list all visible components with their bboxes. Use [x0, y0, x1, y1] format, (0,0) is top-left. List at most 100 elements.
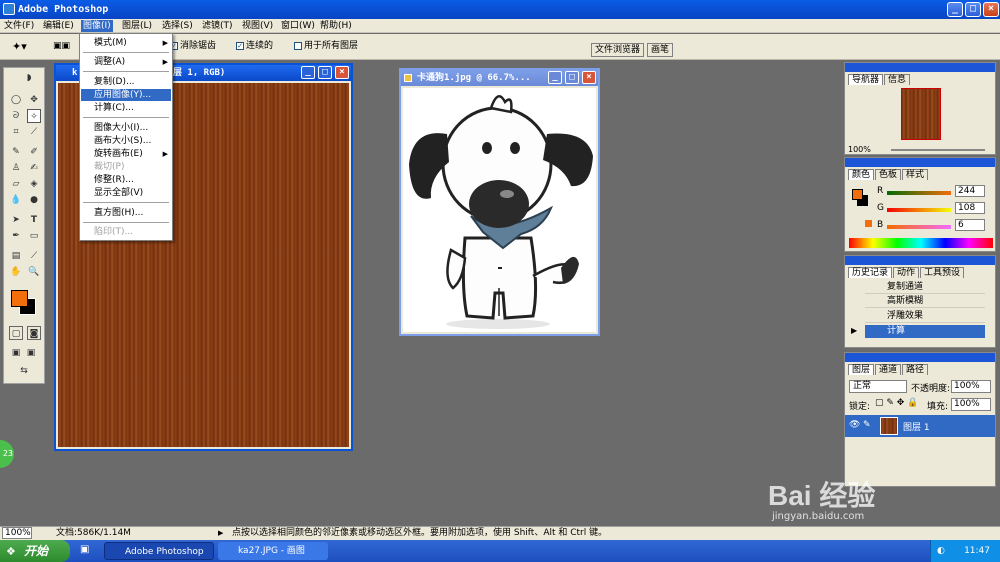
menu-item-mode[interactable]: 模式(M) ▶ [81, 37, 171, 49]
healing-brush-icon[interactable]: ✎ [9, 145, 23, 159]
maximize-button[interactable]: □ [565, 71, 579, 84]
eyedropper-icon[interactable]: ⟋ [27, 249, 41, 263]
all-layers-checkbox[interactable]: 用于所有图层 [294, 41, 358, 52]
maximize-button[interactable]: □ [965, 2, 981, 17]
layer-row[interactable]: 👁 ✎ 图层 1 [845, 415, 995, 437]
menu-item-rotate-canvas[interactable]: 旋转画布(E) ▶ [81, 148, 171, 160]
taskbar-paint[interactable]: ka27.JPG - 画图 [218, 542, 328, 560]
tab-file-browser[interactable]: 文件浏览器 [591, 43, 645, 57]
standard-mode-icon[interactable]: ▢ [9, 326, 23, 340]
selection-mode-icons[interactable]: ▣▣ [53, 41, 70, 52]
opacity-field[interactable]: 100% [951, 380, 991, 393]
menu-filter[interactable]: 滤镜(T) [202, 20, 233, 32]
tab-brushes[interactable]: 画笔 [647, 43, 674, 57]
minimize-button[interactable]: _ [947, 2, 963, 17]
menu-item-trim[interactable]: 修整(R)... [81, 174, 171, 186]
menu-layer[interactable]: 图层(L) [122, 20, 152, 32]
slice-tool-icon[interactable]: ⟋ [27, 125, 41, 139]
layer-name[interactable]: 图层 1 [903, 420, 930, 433]
dodge-tool-icon[interactable]: ● [27, 193, 41, 207]
status-doc-size[interactable]: 文档:586K/1.14M [56, 527, 131, 540]
navigator-zoom[interactable]: 100% [848, 145, 871, 154]
brush-tool-icon[interactable]: ✐ [27, 145, 41, 159]
green-slider[interactable] [887, 208, 951, 212]
screen-mode-full-icon[interactable]: ▣ [24, 346, 38, 360]
layer-visibility-eye-icon[interactable]: 👁 [849, 420, 860, 430]
tab-styles[interactable]: 样式 [902, 169, 929, 180]
history-item[interactable]: 高斯模糊 [865, 295, 985, 308]
lock-icons[interactable]: ▢ ✎ ✥ 🔒 [875, 398, 918, 408]
tab-history[interactable]: 历史记录 [848, 267, 893, 278]
menu-item-calculations[interactable]: 计算(C)... [81, 102, 171, 114]
type-tool-icon[interactable]: T [27, 213, 41, 227]
menu-item-duplicate[interactable]: 复制(D)... [81, 76, 171, 88]
blend-mode-select[interactable]: 正常 [849, 380, 907, 393]
history-item[interactable]: 浮雕效果 [865, 310, 985, 323]
crop-tool-icon[interactable]: ⌗ [9, 125, 23, 139]
history-item-current[interactable]: 计算 [865, 325, 985, 338]
close-button[interactable]: × [335, 66, 349, 79]
taskbar-photoshop[interactable]: Adobe Photoshop [104, 542, 214, 560]
menu-file[interactable]: 文件(F) [4, 20, 34, 32]
pen-tool-icon[interactable]: ✒ [9, 229, 23, 243]
tab-channels[interactable]: 通道 [875, 364, 902, 375]
menu-window[interactable]: 窗口(W) [281, 20, 315, 32]
blue-slider[interactable] [887, 225, 951, 229]
menu-item-adjust[interactable]: 调整(A) ▶ [81, 56, 171, 68]
paint-bucket-icon[interactable]: ◈ [27, 177, 41, 191]
menu-item-histogram[interactable]: 直方图(H)... [81, 207, 171, 219]
maximize-button[interactable]: □ [318, 66, 332, 79]
lasso-tool-icon[interactable]: ᘐ [9, 109, 23, 123]
status-zoom[interactable]: 100% [2, 527, 32, 539]
red-slider[interactable] [887, 191, 951, 195]
fill-field[interactable]: 100% [951, 398, 991, 411]
tab-swatches[interactable]: 色板 [875, 169, 902, 180]
magic-wand-tool-icon[interactable]: ✧ [27, 109, 41, 123]
marquee-tool-icon[interactable]: ◯ [9, 93, 23, 107]
minimize-button[interactable]: _ [548, 71, 562, 84]
red-value[interactable]: 244 [955, 185, 985, 197]
tab-info[interactable]: 信息 [884, 74, 911, 85]
menu-edit[interactable]: 编辑(E) [43, 20, 74, 32]
status-arrow-icon[interactable]: ▶ [218, 527, 223, 540]
anti-alias-checkbox[interactable]: ✓ 消除锯齿 [170, 41, 216, 52]
tab-color[interactable]: 颜色 [848, 169, 875, 180]
foreground-color-swatch[interactable] [11, 290, 28, 307]
green-value[interactable]: 108 [955, 202, 985, 214]
shape-tool-icon[interactable]: ▭ [27, 229, 41, 243]
tab-navigator[interactable]: 导航器 [848, 74, 884, 85]
magic-wand-preset-icon[interactable]: ✦▾ [12, 41, 27, 52]
stamp-tool-icon[interactable]: ♙ [9, 161, 23, 175]
navigator-thumbnail[interactable] [901, 88, 941, 140]
tab-tool-presets[interactable]: 工具预设 [920, 267, 965, 278]
jump-to-imageready-icon[interactable]: ⇆ [9, 364, 39, 378]
tab-actions[interactable]: 动作 [893, 267, 920, 278]
hand-tool-icon[interactable]: ✋ [9, 265, 23, 279]
close-button[interactable]: × [983, 2, 999, 17]
color-fg-swatch[interactable] [852, 189, 863, 200]
menu-item-apply-image[interactable]: 应用图像(Y)... [81, 89, 171, 101]
menu-select[interactable]: 选择(S) [162, 20, 193, 32]
menu-help[interactable]: 帮助(H) [320, 20, 352, 32]
tab-layers[interactable]: 图层 [848, 364, 875, 375]
menu-view[interactable]: 视图(V) [242, 20, 273, 32]
zoom-slider[interactable] [891, 149, 985, 151]
history-brush-icon[interactable]: ✍ [27, 161, 41, 175]
eraser-tool-icon[interactable]: ▱ [9, 177, 23, 191]
blur-tool-icon[interactable]: 💧 [9, 193, 23, 207]
close-button[interactable]: × [582, 71, 596, 84]
tab-paths[interactable]: 路径 [902, 364, 929, 375]
move-tool-icon[interactable]: ✥ [27, 93, 41, 107]
quicklaunch-icon[interactable]: ▣ [80, 544, 89, 555]
dog-canvas[interactable] [403, 88, 596, 332]
notes-tool-icon[interactable]: ▤ [9, 249, 23, 263]
path-select-icon[interactable]: ➤ [9, 213, 23, 227]
minimize-button[interactable]: _ [301, 66, 315, 79]
history-item[interactable]: 复制通道 [865, 281, 985, 294]
menu-item-reveal-all[interactable]: 显示全部(V) [81, 187, 171, 199]
contiguous-checkbox[interactable]: ✓ 连续的 [236, 41, 273, 52]
color-spectrum-bar[interactable] [849, 238, 993, 248]
tray-icons[interactable]: ◐ [937, 540, 945, 562]
blue-value[interactable]: 6 [955, 219, 985, 231]
menu-item-canvas-size[interactable]: 画布大小(S)... [81, 135, 171, 147]
